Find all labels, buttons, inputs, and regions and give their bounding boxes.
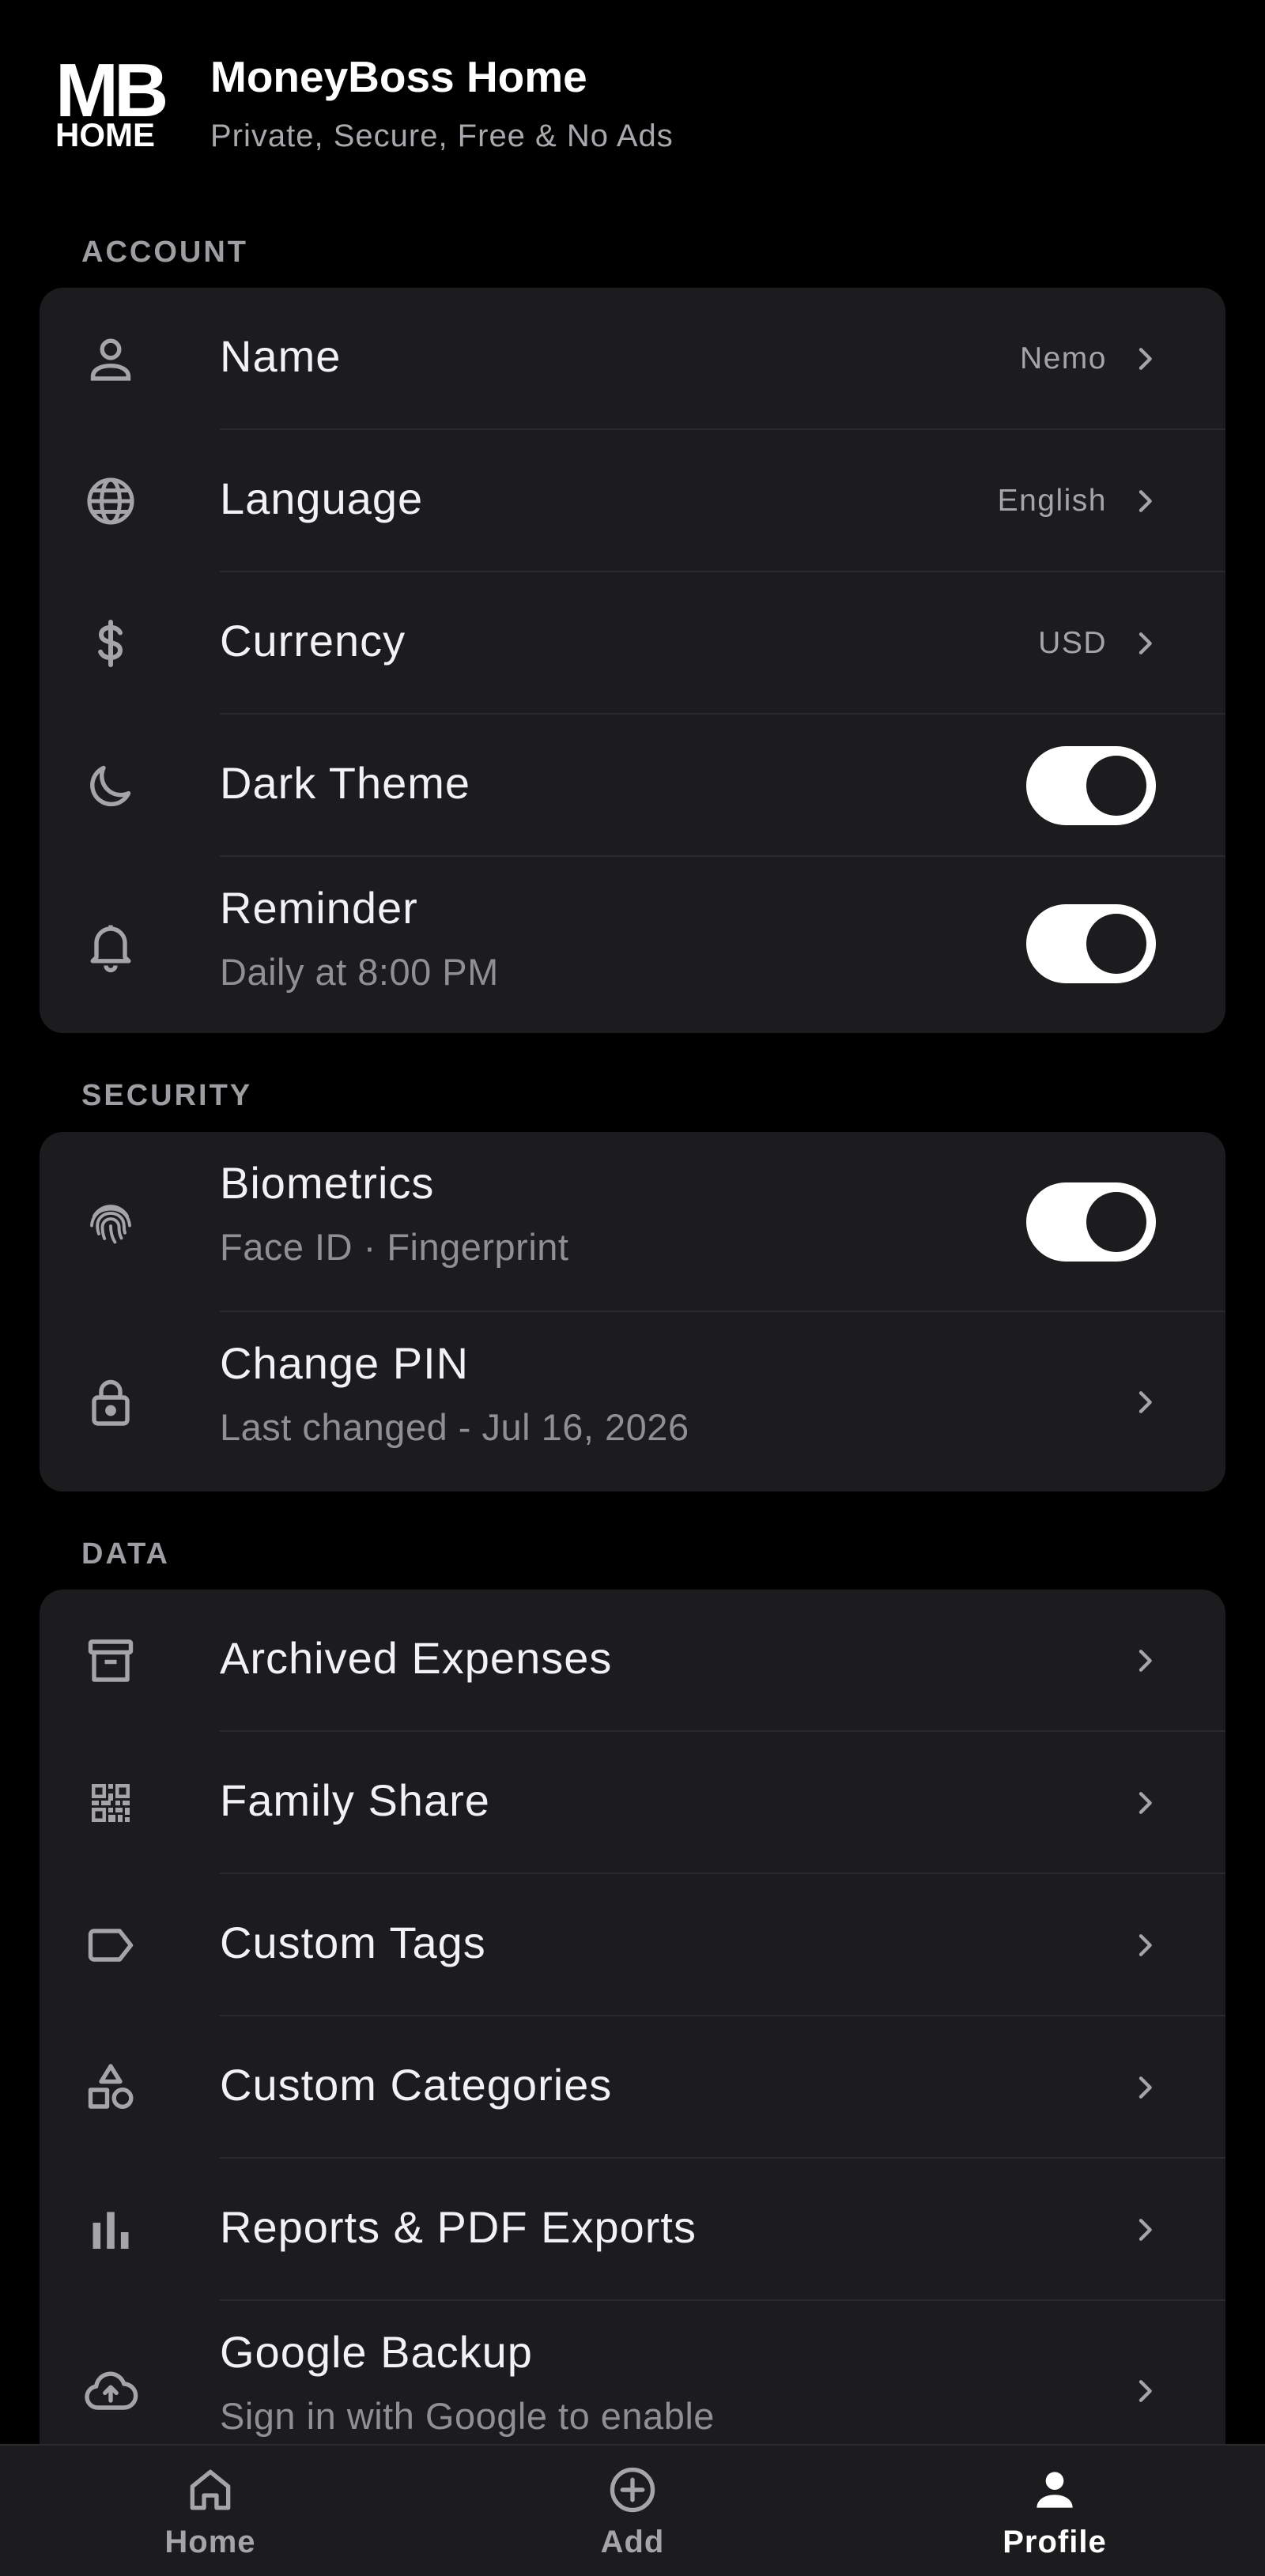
lock-icon — [82, 1374, 139, 1431]
settings-row-biometrics: Biometrics Face ID · Fingerprint — [40, 1132, 1225, 1312]
chevron-right-icon — [1129, 628, 1161, 659]
settings-row-label: Custom Tags — [220, 1918, 486, 1967]
settings-row-label: Biometrics — [220, 1158, 435, 1208]
settings-row-label: Dark Theme — [220, 758, 471, 808]
settings-row-dark-theme: Dark Theme — [40, 715, 1225, 857]
nav-tab-label: Profile — [1003, 2525, 1107, 2559]
globe-icon — [82, 473, 139, 530]
nav-tab-profile[interactable]: Profile — [952, 2446, 1157, 2576]
settings-row-value: Nemo — [1019, 341, 1107, 375]
section-label-account: ACCOUNT — [81, 236, 248, 269]
qr-code-icon — [82, 1775, 139, 1831]
settings-row-family-share[interactable]: Family Share — [40, 1732, 1225, 1874]
chevron-right-icon — [1129, 1386, 1161, 1418]
settings-row-label: Reports & PDF Exports — [220, 2202, 697, 2252]
section-label-security: SECURITY — [81, 1079, 253, 1112]
logo-home-text: HOME — [55, 116, 155, 153]
app-title: MoneyBoss Home — [210, 52, 587, 101]
settings-row-value: USD — [1038, 626, 1107, 660]
settings-row-change-pin[interactable]: Change PIN Last changed - Jul 16, 2026 — [40, 1312, 1225, 1492]
chevron-right-icon — [1129, 1929, 1161, 1961]
nav-tab-label: Home — [164, 2525, 256, 2559]
security-card: Biometrics Face ID · Fingerprint Change … — [40, 1132, 1225, 1492]
person-icon — [82, 330, 139, 387]
nav-tab-add[interactable]: Add — [530, 2446, 735, 2576]
settings-row-reports[interactable]: Reports & PDF Exports — [40, 2159, 1225, 2301]
settings-row-reminder: Reminder Daily at 8:00 PM — [40, 857, 1225, 1033]
app-subtitle: Private, Secure, Free & No Ads — [210, 119, 674, 153]
chevron-right-icon — [1129, 2214, 1161, 2246]
data-card: Archived Expenses Family Share Custom Ta… — [40, 1590, 1225, 2483]
settings-row-label: Currency — [220, 616, 406, 666]
settings-row-label: Google Backup — [220, 2327, 533, 2377]
settings-row-label: Family Share — [220, 1775, 490, 1825]
settings-row-value: English — [997, 484, 1107, 518]
bottom-navigation: Home Add Profile — [0, 2444, 1265, 2576]
settings-row-label: Archived Expenses — [220, 1633, 613, 1683]
settings-row-language[interactable]: Language English — [40, 430, 1225, 572]
add-circle-icon — [606, 2463, 659, 2517]
account-card: Name Nemo Language English Currency USD — [40, 288, 1225, 1033]
tag-icon — [82, 1917, 139, 1974]
settings-row-label: Custom Categories — [220, 2060, 613, 2110]
settings-row-custom-categories[interactable]: Custom Categories — [40, 2016, 1225, 2159]
home-icon — [183, 2463, 237, 2517]
chevron-right-icon — [1129, 343, 1161, 375]
bar-chart-icon — [82, 2201, 139, 2258]
fingerprint-icon — [82, 1194, 139, 1250]
app-header: MB HOME MoneyBoss Home Private, Secure, … — [0, 0, 1265, 206]
chevron-right-icon — [1129, 1645, 1161, 1676]
settings-row-label: Language — [220, 473, 424, 523]
settings-row-sublabel: Last changed - Jul 16, 2026 — [220, 1406, 689, 1448]
settings-row-sublabel: Sign in with Google to enable — [220, 2395, 715, 2437]
dark-theme-toggle[interactable] — [1026, 746, 1156, 825]
section-label-data: DATA — [81, 1537, 170, 1571]
chevron-right-icon — [1129, 485, 1161, 517]
dollar-icon — [82, 615, 139, 672]
profile-icon — [1028, 2463, 1082, 2517]
settings-row-sublabel: Face ID · Fingerprint — [220, 1226, 569, 1268]
archive-icon — [82, 1632, 139, 1689]
settings-row-currency[interactable]: Currency USD — [40, 572, 1225, 715]
settings-row-sublabel: Daily at 8:00 PM — [220, 951, 499, 993]
settings-row-custom-tags[interactable]: Custom Tags — [40, 1874, 1225, 2016]
nav-tab-home[interactable]: Home — [108, 2446, 313, 2576]
chevron-right-icon — [1129, 2072, 1161, 2103]
cloud-upload-icon — [82, 2363, 139, 2419]
nav-tab-label: Add — [600, 2525, 665, 2559]
app-logo: MB HOME — [55, 53, 168, 153]
settings-row-label: Reminder — [220, 883, 418, 933]
settings-row-label: Name — [220, 331, 342, 381]
settings-row-label: Change PIN — [220, 1338, 470, 1388]
shapes-icon — [82, 2059, 139, 2116]
chevron-right-icon — [1129, 2375, 1161, 2407]
biometrics-toggle[interactable] — [1026, 1182, 1156, 1262]
settings-row-archived-expenses[interactable]: Archived Expenses — [40, 1590, 1225, 1732]
chevron-right-icon — [1129, 1787, 1161, 1819]
settings-row-name[interactable]: Name Nemo — [40, 288, 1225, 430]
bell-icon — [82, 917, 139, 974]
reminder-toggle[interactable] — [1026, 904, 1156, 983]
moon-icon — [82, 757, 139, 814]
